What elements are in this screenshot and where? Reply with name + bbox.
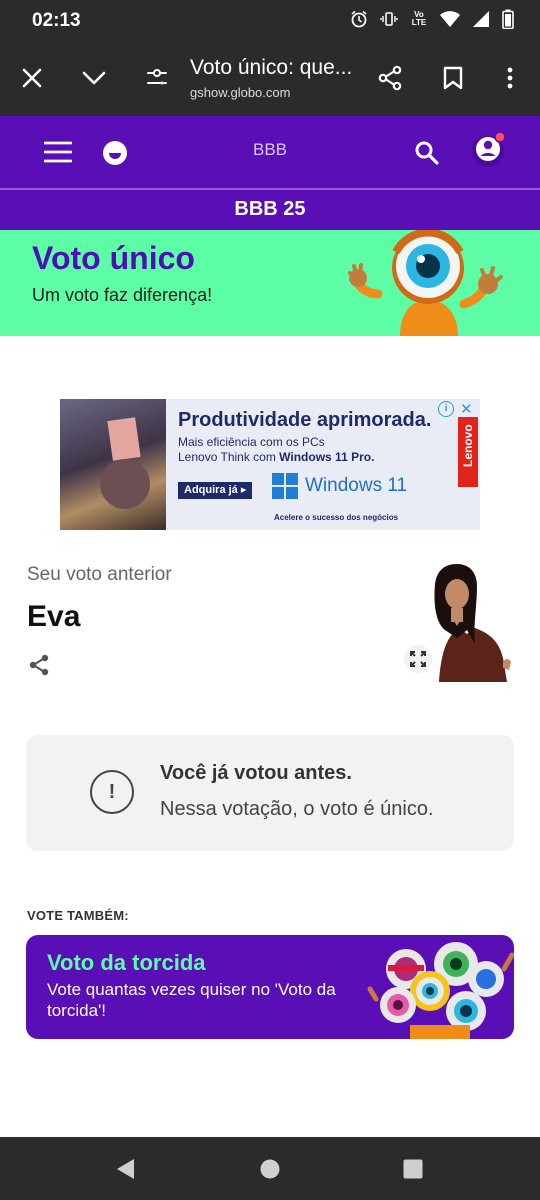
recents-square-icon	[403, 1159, 423, 1179]
header-brand[interactable]: BBB	[0, 140, 540, 160]
ad-close-icon[interactable]: ✕	[460, 400, 473, 418]
previous-vote-name: Eva	[27, 600, 81, 633]
bookmark-button[interactable]	[433, 58, 473, 98]
ad-headline: Produtividade aprimorada.	[178, 409, 432, 431]
eye-mascots-group-illustration	[367, 942, 514, 1039]
hero-title: Voto único	[32, 240, 195, 276]
hero-banner: Voto único Um voto faz diferença!	[0, 230, 540, 336]
exclamation-icon: !	[90, 770, 134, 814]
back-button[interactable]	[113, 1157, 137, 1181]
share-icon	[29, 654, 49, 676]
more-vert-icon	[507, 67, 513, 89]
page-title: Voto único: que...	[190, 56, 353, 79]
ad-photo	[60, 399, 166, 530]
recents-button[interactable]	[401, 1157, 425, 1181]
share-vote-button[interactable]	[27, 653, 53, 679]
previous-vote-label: Seu voto anterior	[27, 564, 172, 585]
ad-line-2-bold: Windows 11 Pro.	[279, 450, 375, 464]
bookmark-icon	[443, 66, 463, 90]
page-url: gshow.globo.com	[190, 85, 291, 100]
search-button[interactable]	[414, 140, 440, 166]
site-settings-button[interactable]	[137, 58, 177, 98]
lenovo-logo: Lenovo	[458, 417, 478, 487]
overflow-menu-button[interactable]	[490, 58, 530, 98]
torcida-card-text: Vote quantas vezes quiser no 'Voto da to…	[47, 980, 336, 1020]
ad-cta-button[interactable]: Adquira já ▸	[178, 482, 253, 499]
already-voted-title: Você já votou antes.	[160, 762, 352, 784]
alarm-icon	[350, 10, 368, 28]
hero-subtitle: Um voto faz diferença!	[32, 285, 213, 305]
section-title[interactable]: BBB 25	[0, 198, 540, 221]
ad-info-icon[interactable]: i	[438, 401, 454, 417]
big-brother-eye-mascot	[348, 230, 503, 336]
expand-icon	[410, 651, 426, 667]
close-tab-button[interactable]	[12, 58, 52, 98]
ad-footer: Acelere o sucesso dos negócios	[274, 513, 399, 522]
windows-logo-icon	[272, 473, 298, 499]
wifi-icon	[440, 10, 460, 28]
expand-photo-button[interactable]	[404, 645, 432, 673]
signal-icon	[472, 10, 490, 28]
share-icon	[378, 65, 402, 91]
user-account-button[interactable]	[468, 128, 510, 170]
site-header: BBB	[0, 116, 540, 188]
already-voted-notice: ! Você já votou antes. Nessa votação, o …	[26, 735, 514, 851]
torcida-card-title: Voto da torcida	[47, 950, 206, 975]
minimize-button[interactable]	[74, 58, 114, 98]
status-time: 02:13	[32, 10, 81, 31]
system-navigation-bar	[0, 1137, 540, 1200]
vibrate-icon	[380, 10, 398, 28]
lenovo-logo-text: Lenovo	[461, 424, 475, 467]
ad-line-2-prefix: Lenovo Think com	[178, 450, 280, 464]
volte-icon: Vo LTE	[411, 10, 427, 27]
user-avatar-icon	[472, 131, 506, 167]
close-icon	[22, 68, 42, 88]
candidate-photo	[417, 564, 514, 682]
voto-da-torcida-card[interactable]: Voto da torcida Vote quantas vezes quise…	[26, 935, 514, 1039]
ad-windows-text: Windows 11	[305, 475, 408, 496]
chevron-down-icon	[82, 71, 106, 85]
back-triangle-icon	[117, 1159, 134, 1179]
search-icon	[415, 141, 439, 165]
ad-line-1: Mais eficiência com os PCs	[178, 435, 325, 449]
home-circle-icon	[260, 1159, 280, 1179]
already-voted-text: Nessa votação, o voto é único.	[160, 798, 434, 820]
advertisement-banner[interactable]: Produtividade aprimorada. Mais eficiênci…	[60, 399, 480, 530]
browser-toolbar: Voto único: que... gshow.globo.com	[0, 40, 540, 116]
tune-icon	[147, 69, 167, 85]
share-page-button[interactable]	[370, 58, 410, 98]
vote-also-label: VOTE TAMBÉM:	[27, 908, 129, 923]
home-button[interactable]	[258, 1157, 282, 1181]
battery-icon	[502, 9, 514, 29]
section-bar: BBB 25	[0, 188, 540, 230]
ad-line-2: Lenovo Think com Windows 11 Pro.	[178, 450, 374, 464]
status-bar: 02:13 Vo LTE	[0, 0, 540, 40]
